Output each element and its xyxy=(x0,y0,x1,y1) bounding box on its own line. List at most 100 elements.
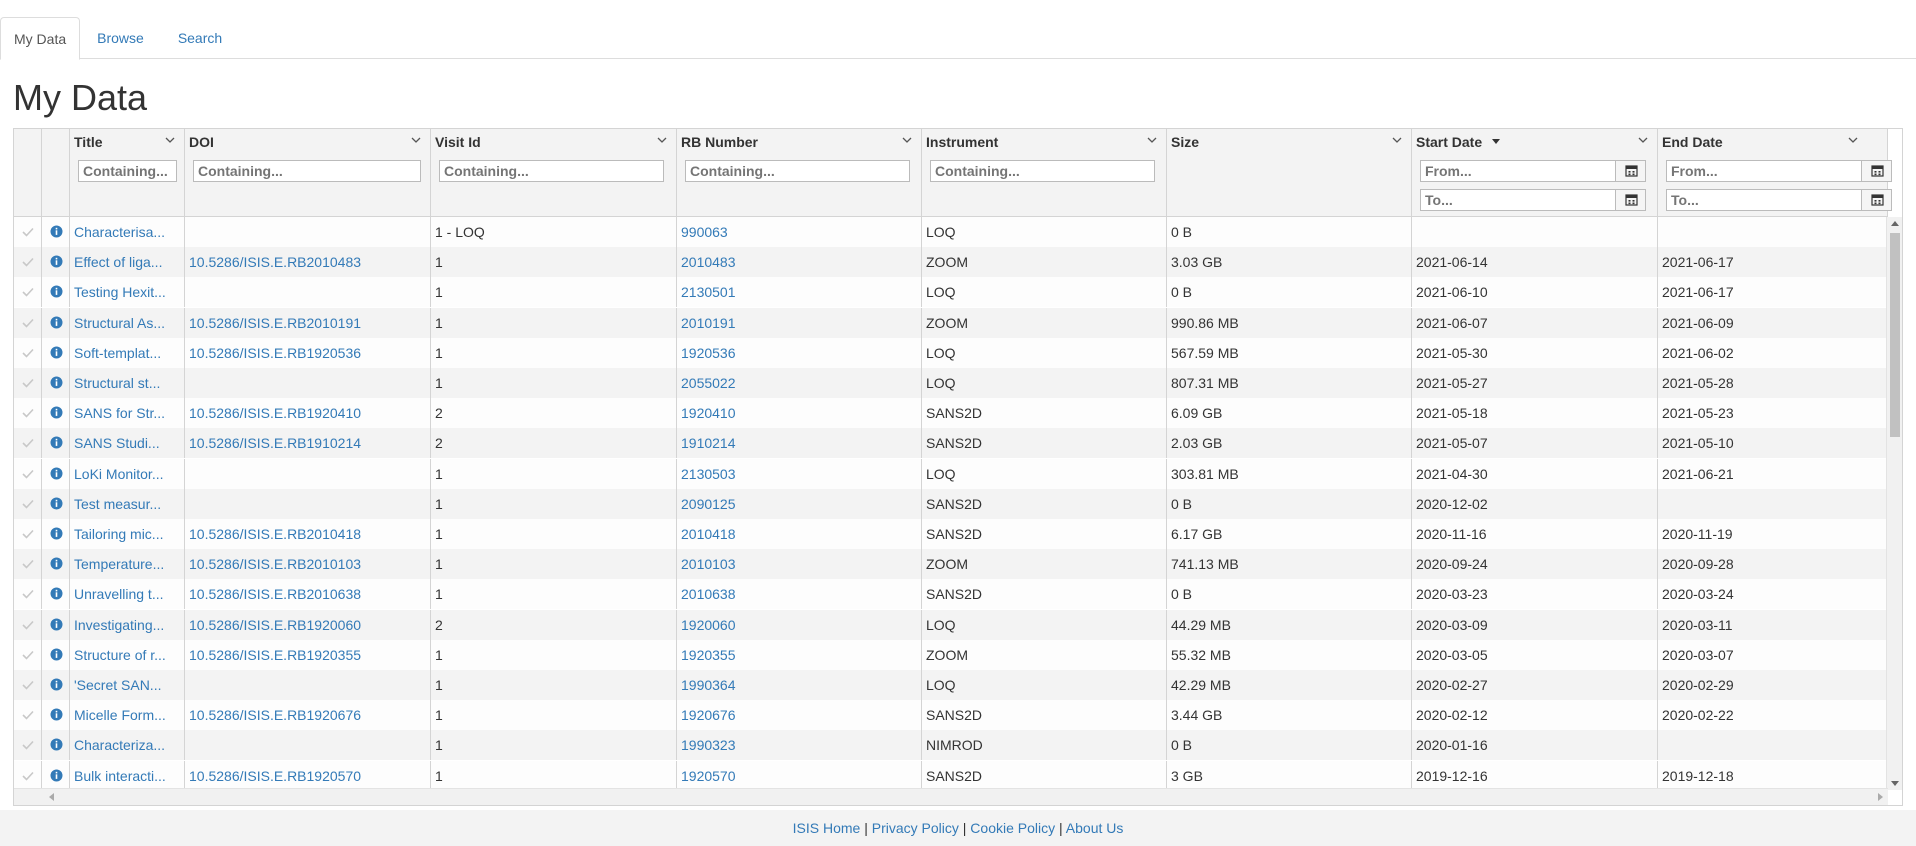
cell-title[interactable]: Tailoring mic... xyxy=(70,519,185,549)
cell-doi[interactable] xyxy=(185,458,431,489)
cell-title[interactable]: Structural st... xyxy=(70,368,185,398)
chevron-down-icon[interactable] xyxy=(1146,134,1158,146)
cell-doi[interactable]: 10.5286/ISIS.E.RB1910214 xyxy=(185,428,431,459)
info-icon[interactable] xyxy=(42,458,70,489)
cell-rb-number[interactable]: 2055022 xyxy=(677,368,922,398)
scroll-down-arrow-icon[interactable] xyxy=(1891,781,1899,787)
info-icon[interactable] xyxy=(42,368,70,398)
end-date-to-input[interactable] xyxy=(1667,190,1861,210)
table-row[interactable]: Effect of liga... 10.5286/ISIS.E.RB201048… xyxy=(14,247,1888,278)
footer-link-isis-home[interactable]: ISIS Home xyxy=(793,820,861,836)
cell-doi[interactable] xyxy=(185,488,431,519)
vertical-scrollbar-thumb[interactable] xyxy=(1890,233,1900,437)
cell-doi[interactable]: 10.5286/ISIS.E.RB2010418 xyxy=(185,519,431,549)
cell-title[interactable]: Unravelling t... xyxy=(70,579,185,610)
footer-link-privacy-policy[interactable]: Privacy Policy xyxy=(872,820,959,836)
cell-title[interactable]: Effect of liga... xyxy=(70,247,185,278)
row-select-checkmark-icon[interactable] xyxy=(14,277,42,308)
visit-id-filter-input[interactable] xyxy=(439,160,664,182)
row-select-checkmark-icon[interactable] xyxy=(14,519,42,549)
row-select-checkmark-icon[interactable] xyxy=(14,670,42,700)
info-icon[interactable] xyxy=(42,337,70,368)
cell-rb-number[interactable]: 1920355 xyxy=(677,639,922,670)
table-row[interactable]: Testing Hexit... 1 2130501 LOQ 0 B 2021-06-10… xyxy=(14,277,1888,308)
tab-browse[interactable]: Browse xyxy=(80,17,161,59)
cell-doi[interactable]: 10.5286/ISIS.E.RB2010483 xyxy=(185,247,431,278)
title-filter-input[interactable] xyxy=(78,160,177,182)
chevron-down-icon[interactable] xyxy=(1391,134,1403,146)
table-row[interactable]: LoKi Monitor... 1 2130503 LOQ 303.81 MB 2021-… xyxy=(14,458,1888,489)
table-row[interactable]: 'Secret SAN... 1 1990364 LOQ 42.29 MB 2020-02… xyxy=(14,670,1888,700)
cell-title[interactable]: SANS Studi... xyxy=(70,428,185,459)
cell-doi[interactable]: 10.5286/ISIS.E.RB1920536 xyxy=(185,337,431,368)
row-select-checkmark-icon[interactable] xyxy=(14,398,42,429)
horizontal-scrollbar[interactable] xyxy=(14,788,1888,805)
header-start-date-label[interactable]: Start Date xyxy=(1416,134,1482,150)
row-select-checkmark-icon[interactable] xyxy=(14,730,42,761)
table-row[interactable]: Structural st... 1 2055022 LOQ 807.31 MB 2021… xyxy=(14,368,1888,398)
tab-my-data[interactable]: My Data xyxy=(0,17,81,60)
cell-title[interactable]: Structural As... xyxy=(70,307,185,338)
row-select-checkmark-icon[interactable] xyxy=(14,700,42,731)
cell-title[interactable]: Bulk interacti... xyxy=(70,760,185,790)
header-visit-id-label[interactable]: Visit Id xyxy=(435,134,481,150)
chevron-down-icon[interactable] xyxy=(1637,134,1649,146)
table-row[interactable]: Test measur... 1 2090125 SANS2D 0 B 2020-12-0… xyxy=(14,488,1888,519)
rb-number-filter-input[interactable] xyxy=(685,160,910,182)
table-row[interactable]: Micelle Form... 10.5286/ISIS.E.RB1920676 1… xyxy=(14,700,1888,731)
table-row[interactable]: Structure of r... 10.5286/ISIS.E.RB192035… xyxy=(14,639,1888,670)
info-icon[interactable] xyxy=(42,549,70,580)
scroll-up-arrow-icon[interactable] xyxy=(1891,220,1899,226)
row-select-checkmark-icon[interactable] xyxy=(14,368,42,398)
info-icon[interactable] xyxy=(42,277,70,308)
table-row[interactable]: Bulk interacti... 10.5286/ISIS.E.RB192057… xyxy=(14,760,1888,790)
instrument-filter-input[interactable] xyxy=(930,160,1155,182)
cell-title[interactable]: Investigating... xyxy=(70,609,185,640)
row-select-checkmark-icon[interactable] xyxy=(14,760,42,790)
info-icon[interactable] xyxy=(42,488,70,519)
cell-title[interactable]: Characterisa... xyxy=(70,217,185,247)
info-icon[interactable] xyxy=(42,519,70,549)
cell-rb-number[interactable]: 2010483 xyxy=(677,247,922,278)
cell-doi[interactable]: 10.5286/ISIS.E.RB1920060 xyxy=(185,609,431,640)
cell-doi[interactable]: 10.5286/ISIS.E.RB2010103 xyxy=(185,549,431,580)
cell-doi[interactable] xyxy=(185,217,431,247)
info-icon[interactable] xyxy=(42,609,70,640)
cell-doi[interactable] xyxy=(185,670,431,700)
cell-title[interactable]: Test measur... xyxy=(70,488,185,519)
info-icon[interactable] xyxy=(42,398,70,429)
info-icon[interactable] xyxy=(42,579,70,610)
header-rb-number-label[interactable]: RB Number xyxy=(681,134,758,150)
cell-rb-number[interactable]: 2130501 xyxy=(677,277,922,308)
vertical-scrollbar[interactable] xyxy=(1886,217,1902,790)
cell-doi[interactable]: 10.5286/ISIS.E.RB1920410 xyxy=(185,398,431,429)
cell-title[interactable]: SANS for Str... xyxy=(70,398,185,429)
row-select-checkmark-icon[interactable] xyxy=(14,579,42,610)
cell-title[interactable]: Micelle Form... xyxy=(70,700,185,731)
cell-title[interactable]: Structure of r... xyxy=(70,639,185,670)
start-date-to-input[interactable] xyxy=(1421,190,1615,210)
end-date-from-input[interactable] xyxy=(1667,161,1861,181)
cell-rb-number[interactable]: 2130503 xyxy=(677,458,922,489)
cell-rb-number[interactable]: 1920536 xyxy=(677,337,922,368)
cell-rb-number[interactable]: 1990323 xyxy=(677,730,922,761)
cell-doi[interactable] xyxy=(185,730,431,761)
header-doi-label[interactable]: DOI xyxy=(189,134,214,150)
row-select-checkmark-icon[interactable] xyxy=(14,458,42,489)
table-row[interactable]: Characterisa... 1 - LOQ 990063 LOQ 0 B xyxy=(14,217,1888,247)
cell-rb-number[interactable]: 2010191 xyxy=(677,307,922,338)
cell-rb-number[interactable]: 2010418 xyxy=(677,519,922,549)
chevron-down-icon[interactable] xyxy=(901,134,913,146)
cell-doi[interactable] xyxy=(185,277,431,308)
cell-rb-number[interactable]: 1920410 xyxy=(677,398,922,429)
cell-title[interactable]: Characteriza... xyxy=(70,730,185,761)
row-select-checkmark-icon[interactable] xyxy=(14,428,42,459)
cell-doi[interactable]: 10.5286/ISIS.E.RB1920676 xyxy=(185,700,431,731)
header-title-label[interactable]: Title xyxy=(74,134,103,150)
cell-doi[interactable]: 10.5286/ISIS.E.RB2010638 xyxy=(185,579,431,610)
cell-title[interactable]: Soft-templat... xyxy=(70,337,185,368)
row-select-checkmark-icon[interactable] xyxy=(14,217,42,247)
cell-rb-number[interactable]: 2010638 xyxy=(677,579,922,610)
info-icon[interactable] xyxy=(42,307,70,338)
info-icon[interactable] xyxy=(42,639,70,670)
